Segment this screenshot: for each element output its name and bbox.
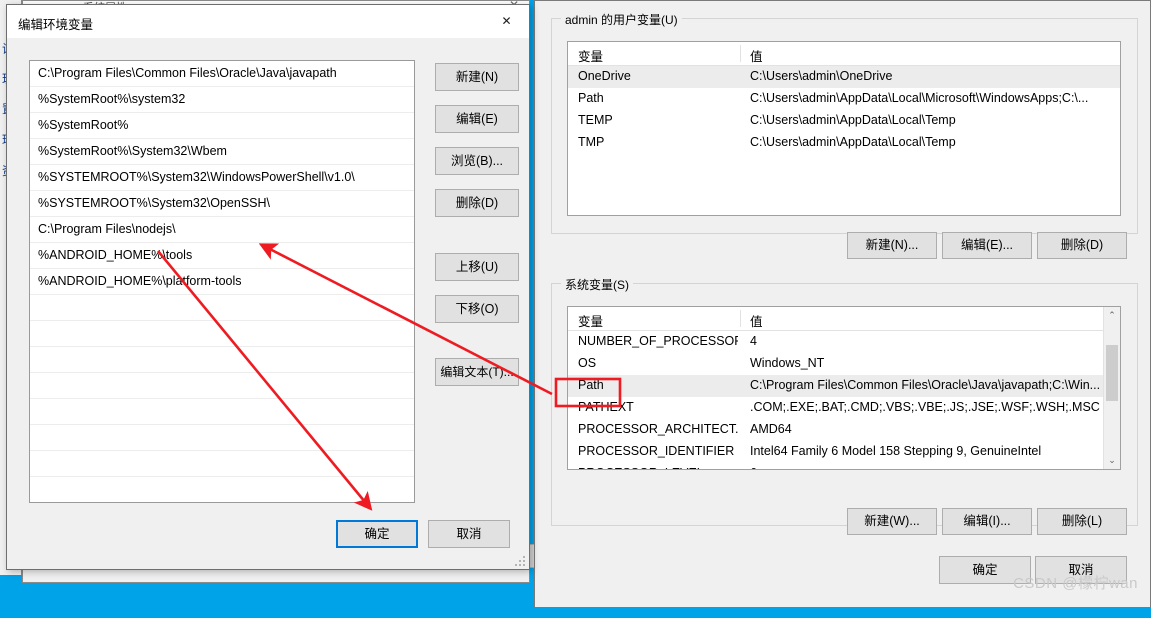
path-entry-row[interactable]: %SystemRoot%\system32: [30, 87, 414, 113]
variable-value-cell: C:\Users\admin\AppData\Local\Temp: [750, 135, 956, 149]
path-entry-empty-row[interactable]: [30, 477, 414, 502]
user-variables-group-label: admin 的用户变量(U): [561, 11, 682, 28]
variable-name-cell: Path: [578, 378, 604, 392]
move-down-button[interactable]: 下移(O): [435, 295, 519, 323]
column-divider[interactable]: [740, 310, 741, 327]
system-delete-button[interactable]: 删除(L): [1037, 508, 1127, 535]
variable-value-cell: C:\Users\admin\AppData\Local\Microsoft\W…: [750, 91, 1089, 105]
edit-dialog-title: 编辑环境变量: [18, 18, 94, 32]
path-entry-row[interactable]: %SystemRoot%\System32\Wbem: [30, 139, 414, 165]
table-row[interactable]: NUMBER_OF_PROCESSORS 4: [568, 331, 1120, 353]
variable-value-cell: Windows_NT: [750, 356, 825, 370]
path-entry-empty-row[interactable]: [30, 295, 414, 321]
user-edit-button[interactable]: 编辑(E)...: [942, 232, 1032, 259]
new-button[interactable]: 新建(N): [435, 63, 519, 91]
path-entry-row[interactable]: %SYSTEMROOT%\System32\OpenSSH\: [30, 191, 414, 217]
variable-value-cell: Intel64 Family 6 Model 158 Stepping 9, G…: [750, 444, 1042, 458]
variable-name-cell: Path: [578, 91, 604, 105]
variable-name-cell: PROCESSOR_ARCHITECT...: [578, 422, 738, 436]
path-entry-empty-row[interactable]: [30, 399, 414, 425]
edit-dialog-titlebar[interactable]: 编辑环境变量 ✕: [7, 5, 529, 38]
user-variables-header: 变量 值: [568, 42, 1120, 66]
edit-text-button[interactable]: 编辑文本(T)...: [435, 358, 519, 386]
watermark: CSDN @檬柠wan: [1013, 575, 1138, 592]
resize-grip-icon[interactable]: [513, 554, 525, 566]
path-entry-row[interactable]: %ANDROID_HOME%\platform-tools: [30, 269, 414, 295]
path-entry-empty-row[interactable]: [30, 347, 414, 373]
cancel-button[interactable]: 取消: [428, 520, 510, 548]
path-entry-row[interactable]: %SYSTEMROOT%\System32\WindowsPowerShell\…: [30, 165, 414, 191]
variable-name-cell: OneDrive: [578, 69, 631, 83]
system-variables-scrollbar[interactable]: ⌃ ⌄: [1103, 307, 1120, 469]
variable-value-cell: C:\Users\admin\AppData\Local\Temp: [750, 113, 956, 127]
path-entry-empty-row[interactable]: [30, 321, 414, 347]
environment-variables-window: admin 的用户变量(U) 变量 值 OneDrive C:\Users\adm…: [534, 0, 1151, 608]
table-row[interactable]: OS Windows_NT: [568, 353, 1120, 375]
user-variables-listview[interactable]: 变量 值 OneDrive C:\Users\admin\OneDrive Path…: [567, 41, 1121, 216]
system-col-variable[interactable]: 变量: [578, 311, 603, 330]
path-entry-row[interactable]: C:\Program Files\Common Files\Oracle\Jav…: [30, 61, 414, 87]
table-row[interactable]: OneDrive C:\Users\admin\OneDrive: [568, 66, 1120, 88]
edit-environment-variable-dialog: 编辑环境变量 ✕ C:\Program Files\Common Files\O…: [6, 4, 530, 570]
system-edit-button[interactable]: 编辑(I)...: [942, 508, 1032, 535]
path-entry-empty-row[interactable]: [30, 373, 414, 399]
system-variables-listview[interactable]: 变量 值 NUMBER_OF_PROCESSORS 4 OS Windows_NT Pa…: [567, 306, 1121, 470]
delete-button[interactable]: 删除(D): [435, 189, 519, 217]
variable-value-cell: 6: [750, 466, 1102, 469]
edit-button[interactable]: 编辑(E): [435, 105, 519, 133]
path-entry-row[interactable]: %ANDROID_HOME%\tools: [30, 243, 414, 269]
variable-value-cell: 4: [750, 334, 757, 348]
table-row[interactable]: Path C:\Users\admin\AppData\Local\Microso…: [568, 88, 1120, 110]
variable-value-cell: .COM;.EXE;.BAT;.CMD;.VBS;.VBE;.JS;.JSE;.…: [750, 400, 1100, 414]
user-new-button[interactable]: 新建(N)...: [847, 232, 937, 259]
table-row[interactable]: Path C:\Program Files\Common Files\Oracle…: [568, 375, 1120, 397]
system-variables-header: 变量 值: [568, 307, 1120, 331]
scrollbar-thumb[interactable]: [1106, 345, 1118, 401]
path-entry-row[interactable]: %SystemRoot%: [30, 113, 414, 139]
scroll-up-icon[interactable]: ⌃: [1104, 307, 1120, 324]
path-entry-row[interactable]: C:\Program Files\nodejs\: [30, 217, 414, 243]
system-col-value[interactable]: 值: [750, 311, 763, 330]
system-new-button[interactable]: 新建(W)...: [847, 508, 937, 535]
variable-name-cell: PATHEXT: [578, 400, 634, 414]
variable-name-cell: TEMP: [578, 113, 613, 127]
variable-name-cell: TMP: [578, 135, 605, 149]
variable-name-cell: OS: [578, 356, 597, 370]
screenshot-root: 设 理 置 环 资 系统属性 ✕ admin 的用户变量(U) 变量 值 O: [0, 0, 1151, 618]
scroll-down-icon[interactable]: ⌄: [1104, 452, 1120, 469]
close-icon[interactable]: ✕: [484, 5, 529, 36]
variable-value-cell: C:\Users\admin\OneDrive: [750, 69, 893, 83]
path-entry-empty-row[interactable]: [30, 451, 414, 477]
user-col-value[interactable]: 值: [750, 46, 763, 65]
system-variables-group-label: 系统变量(S): [561, 276, 633, 293]
table-row[interactable]: PROCESSOR_IDENTIFIER Intel64 Family 6 Mod…: [568, 441, 1120, 463]
ok-button[interactable]: 确定: [336, 520, 418, 548]
variable-value-cell: AMD64: [750, 422, 792, 436]
path-entry-empty-row[interactable]: [30, 425, 414, 451]
variable-name-cell: PROCESSOR_IDENTIFIER: [578, 444, 735, 458]
move-up-button[interactable]: 上移(U): [435, 253, 519, 281]
table-row[interactable]: PROCESSOR_LEVEL 6: [568, 463, 1120, 469]
user-col-variable[interactable]: 变量: [578, 46, 603, 65]
browse-button[interactable]: 浏览(B)...: [435, 147, 519, 175]
table-row[interactable]: TEMP C:\Users\admin\AppData\Local\Temp: [568, 110, 1120, 132]
path-entries-list[interactable]: C:\Program Files\Common Files\Oracle\Jav…: [29, 60, 415, 503]
table-row[interactable]: PROCESSOR_ARCHITECT... AMD64: [568, 419, 1120, 441]
variable-value-cell: C:\Program Files\Common Files\Oracle\Jav…: [750, 378, 1101, 392]
user-delete-button[interactable]: 删除(D): [1037, 232, 1127, 259]
table-row[interactable]: PATHEXT .COM;.EXE;.BAT;.CMD;.VBS;.VBE;.JS…: [568, 397, 1120, 419]
table-row[interactable]: TMP C:\Users\admin\AppData\Local\Temp: [568, 132, 1120, 154]
variable-name-cell: PROCESSOR_LEVEL: [578, 466, 738, 469]
variable-name-cell: NUMBER_OF_PROCESSORS: [578, 334, 738, 348]
column-divider[interactable]: [740, 45, 741, 62]
